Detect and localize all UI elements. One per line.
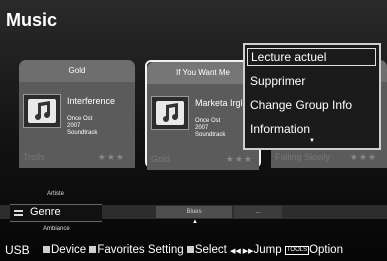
menu-item-supprimer[interactable]: Supprimer bbox=[250, 74, 305, 88]
genre-segment-current[interactable]: Blues bbox=[156, 206, 232, 218]
source-label: USB bbox=[5, 243, 30, 257]
year: 2007 bbox=[195, 125, 209, 131]
year: 2007 bbox=[67, 123, 81, 129]
menu-item-change-group-info[interactable]: Change Group Info bbox=[250, 98, 352, 112]
genre-segment-next[interactable]: ... bbox=[234, 206, 282, 218]
rating-stars: ★★★ bbox=[349, 152, 377, 162]
card-header: Gold bbox=[19, 60, 135, 82]
hint-select: Select bbox=[194, 244, 227, 256]
next-title: Trolls bbox=[23, 152, 45, 162]
track-title: Interference bbox=[67, 96, 116, 106]
next-title: Falling Slowly bbox=[275, 152, 331, 162]
category-prev[interactable]: Artiste bbox=[47, 191, 64, 197]
category-selected[interactable]: Genre bbox=[30, 206, 61, 218]
square-button-icon bbox=[186, 246, 194, 253]
tools-key-icon: TOOLS bbox=[284, 246, 310, 255]
list-icon bbox=[14, 210, 23, 216]
rating-stars: ★★★ bbox=[97, 152, 125, 162]
genre: Soundtrack bbox=[195, 132, 226, 138]
music-note-icon bbox=[151, 96, 189, 130]
page-title: Music bbox=[6, 10, 58, 30]
category-next[interactable]: Ambiance bbox=[43, 226, 70, 232]
square-button-icon bbox=[89, 246, 97, 253]
hint-favorites: Favorites Setting bbox=[97, 244, 184, 256]
track-meta: Once Ost 2007 Soundtrack bbox=[67, 116, 97, 137]
key-hints: Device Favorites Setting Select ◀◀ ▶▶Jum… bbox=[43, 244, 343, 256]
skip-icon: ◀◀ ▶▶ bbox=[230, 248, 254, 255]
album: Once Ost bbox=[195, 118, 221, 124]
hint-option: Option bbox=[309, 244, 343, 256]
card-body: Interference Once Ost 2007 Soundtrack Tr… bbox=[19, 82, 135, 168]
scroll-down-icon[interactable]: ▼ bbox=[309, 138, 315, 144]
card-footer: Trolls ★★★ bbox=[23, 152, 131, 162]
square-button-icon bbox=[43, 246, 50, 253]
music-card-gold[interactable]: Gold Interference Once Ost 2007 Soundtra… bbox=[19, 60, 135, 168]
status-bar: USB Device Favorites Setting Select ◀◀ ▶… bbox=[0, 239, 387, 261]
genre: Soundtrack bbox=[67, 130, 98, 136]
music-note-icon bbox=[23, 94, 61, 128]
card-footer: Falling Slowly ★★★ bbox=[275, 152, 383, 162]
hint-jump: Jump bbox=[253, 244, 282, 256]
music-screen: Music Gold Interference Once Ost 2007 So… bbox=[0, 0, 387, 261]
position-marker-icon: ▲ bbox=[192, 219, 198, 225]
album: Once Ost bbox=[67, 116, 93, 122]
hint-device: Device bbox=[51, 244, 87, 256]
menu-item-lecture-actuel[interactable]: Lecture actuel bbox=[247, 48, 376, 66]
next-title: Gold bbox=[151, 154, 171, 164]
track-meta: Once Ost 2007 Soundtrack bbox=[195, 118, 225, 139]
rating-stars: ★★★ bbox=[225, 154, 253, 164]
menu-item-information[interactable]: Information bbox=[250, 122, 310, 136]
card-footer: Gold ★★★ bbox=[151, 154, 259, 164]
option-menu: Lecture actuel Supprimer Change Group In… bbox=[243, 43, 381, 150]
